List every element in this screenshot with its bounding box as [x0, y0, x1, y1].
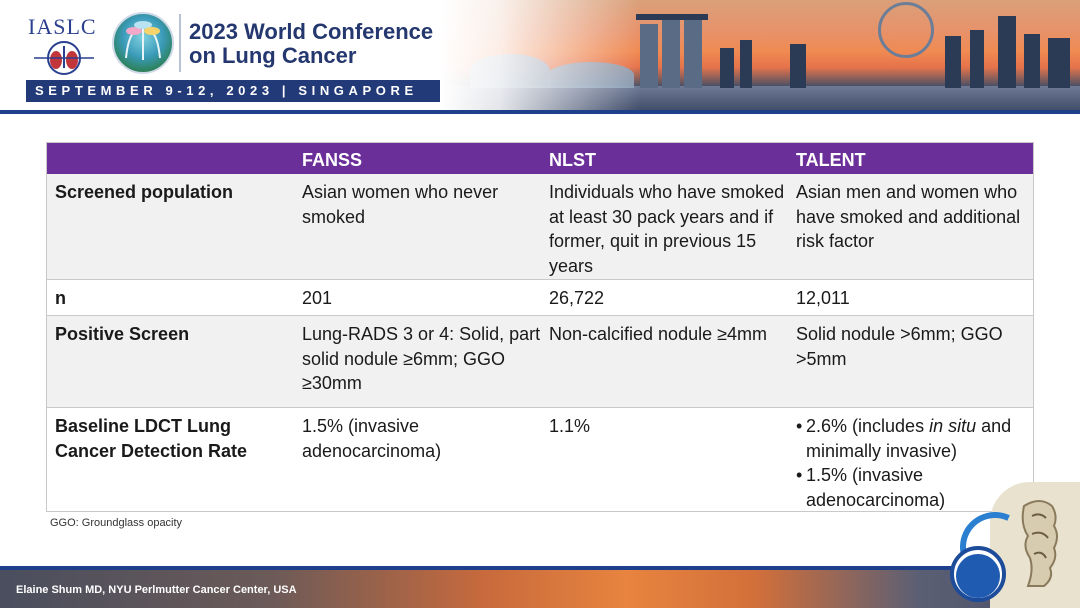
- header-divider: [179, 14, 181, 72]
- building-shape: [998, 16, 1016, 88]
- building-shape: [1048, 38, 1070, 88]
- cell-talent: Solid nodule >6mm; GGO >5mm: [796, 324, 1003, 369]
- cell-nlst: 26,722: [549, 288, 605, 308]
- singapore-flyer-shape: [878, 2, 934, 58]
- merlion-circle-inner: [956, 554, 1000, 598]
- column-header-talent: TALENT: [796, 150, 866, 170]
- presenter-credit: Elaine Shum MD, NYU Perlmutter Cancer Ce…: [16, 584, 297, 596]
- lungs-icon: [34, 41, 94, 75]
- cell-fanss: 1.5% (invasive adenocarcinoma): [302, 416, 442, 461]
- cell-nlst: Non-calcified nodule ≥4mm: [549, 324, 767, 344]
- gardens-by-the-bay-logo: [112, 12, 174, 74]
- building-shape: [1024, 34, 1040, 88]
- conference-title-line1: 2023 World Conference: [189, 19, 434, 44]
- marina-bay-skypark-shape: [636, 14, 708, 20]
- conference-title-line2: on Lung Cancer: [189, 43, 357, 68]
- column-header-label: [55, 143, 295, 148]
- table-header-row: FANSS NLST TALENT: [47, 143, 1033, 174]
- table-row: Baseline LDCT Lung Cancer Detection Rate…: [47, 408, 1033, 511]
- cell-nlst: Individuals who have smoked at least 30 …: [549, 182, 785, 276]
- building-shape: [662, 20, 680, 88]
- iaslc-logo-text: IASLC: [28, 14, 97, 39]
- header-rule: [0, 110, 1080, 114]
- building-shape: [970, 30, 984, 88]
- conference-header: IASLC 2023 World Conference on Lung Canc…: [0, 0, 1080, 112]
- cell-talent: Asian men and women who have smoked and …: [796, 182, 1021, 251]
- building-shape: [740, 40, 752, 88]
- table-row: Positive Screen Lung-RADS 3 or 4: Solid,…: [47, 316, 1033, 408]
- building-shape: [720, 48, 734, 88]
- merlion-icon: [1021, 500, 1058, 587]
- conference-title: 2023 World Conference on Lung Cancer: [189, 20, 449, 68]
- cell-fanss: 201: [302, 288, 333, 308]
- cell-fanss: Lung-RADS 3 or 4: Solid, part solid nodu…: [302, 324, 541, 393]
- row-label-detection-rate: Baseline LDCT Lung Cancer Detection Rate: [55, 416, 248, 461]
- building-shape: [640, 24, 658, 88]
- skyline-fade: [440, 0, 640, 112]
- row-label-n: n: [55, 288, 66, 308]
- column-header-nlst: NLST: [549, 150, 596, 170]
- iaslc-logo: IASLC: [28, 14, 100, 75]
- building-shape: [684, 18, 702, 88]
- table-row: Screened population Asian women who neve…: [47, 174, 1033, 280]
- building-shape: [945, 36, 961, 88]
- cell-nlst: 1.1%: [549, 416, 591, 436]
- row-label-positive-screen: Positive Screen: [55, 324, 190, 344]
- date-location-bar: SEPTEMBER 9-12, 2023 | SINGAPORE: [26, 80, 440, 102]
- cell-fanss: Asian women who never smoked: [302, 182, 499, 227]
- comparison-table: FANSS NLST TALENT Screened population As…: [46, 142, 1034, 512]
- building-shape: [790, 44, 806, 88]
- cell-talent: 12,011: [796, 288, 850, 308]
- row-label-screened-population: Screened population: [55, 182, 234, 202]
- list-item: 2.6% (includes in situ and minimally inv…: [796, 414, 1032, 463]
- column-header-fanss: FANSS: [302, 150, 363, 170]
- footnote: GGO: Groundglass opacity: [50, 517, 183, 529]
- table-row: n 201 26,722 12,011: [47, 280, 1033, 316]
- supertree-icon: [125, 21, 161, 61]
- merlion-decoration: [950, 482, 1080, 608]
